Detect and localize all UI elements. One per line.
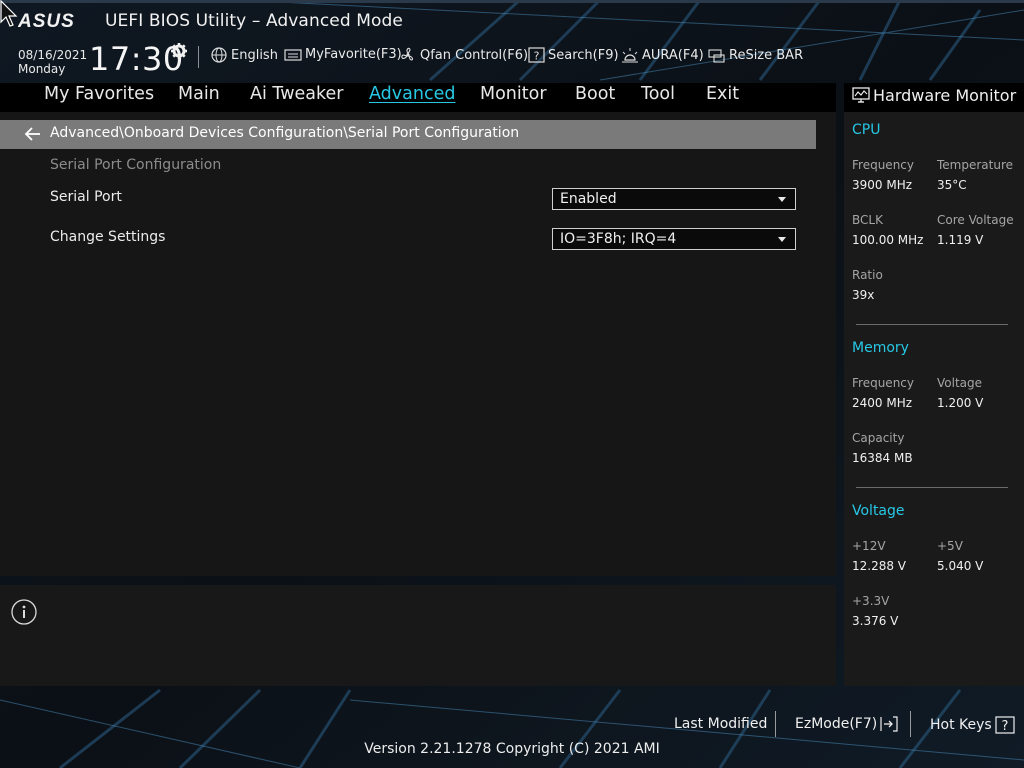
memory-heading: Memory: [852, 340, 909, 356]
hot-keys-button[interactable]: Hot Keys ?: [930, 716, 1015, 734]
serial-port-dropdown[interactable]: Enabled: [552, 188, 796, 210]
fan-icon: [401, 47, 414, 61]
svg-text:?: ?: [1001, 719, 1008, 734]
tab-monitor[interactable]: Monitor: [480, 84, 547, 104]
change-settings-value: IO=3F8h; IRQ=4: [560, 231, 677, 247]
resize-bar-label: ReSize BAR: [729, 47, 804, 63]
monitor-icon: [852, 87, 870, 103]
memory-capacity-value: 16384 MB: [852, 451, 913, 465]
asus-logo: ASUS: [18, 11, 75, 31]
hw-divider: [856, 487, 1008, 488]
tab-ai-tweaker[interactable]: Ai Tweaker: [250, 84, 343, 104]
ezmode-button[interactable]: EzMode(F7): [795, 716, 899, 732]
hardware-monitor-title: Hardware Monitor: [873, 86, 1017, 105]
qfan-label: Qfan Control(F6): [420, 47, 529, 63]
v5-label: +5V: [937, 539, 963, 553]
gear-icon[interactable]: [170, 42, 188, 60]
mouse-cursor-icon: [0, 0, 18, 27]
language-label: English: [231, 47, 278, 63]
question-box-icon: ?: [528, 47, 545, 63]
app-title: UEFI BIOS Utility – Advanced Mode: [105, 11, 403, 31]
info-icon: [11, 599, 37, 625]
exit-to-ezmode-icon: [880, 716, 898, 732]
cpu-frequency-value: 3900 MHz: [852, 178, 913, 192]
tab-boot[interactable]: Boot: [575, 84, 615, 104]
resize-bar-icon: [708, 49, 725, 63]
date-value: 08/16/2021: [18, 48, 88, 62]
memory-voltage-label: Voltage: [937, 376, 983, 390]
footer-divider: [910, 711, 911, 737]
tab-main[interactable]: Main: [178, 84, 220, 104]
myfavorite-label: MyFavorite(F3): [305, 47, 402, 62]
question-box-icon: ?: [995, 716, 1015, 734]
ratio-value: 39x: [852, 288, 875, 302]
ezmode-label: EzMode(F7): [795, 716, 878, 732]
cpu-temperature-label: Temperature: [937, 158, 1014, 172]
version-text: Version 2.21.1278 Copyright (C) 2021 AMI: [364, 741, 660, 757]
core-voltage-value: 1.119 V: [937, 233, 984, 247]
change-settings-dropdown[interactable]: IO=3F8h; IRQ=4: [552, 228, 796, 250]
dropdown-arrow-icon: [778, 237, 786, 242]
voltage-heading: Voltage: [852, 503, 905, 519]
breadcrumb: Advanced\Onboard Devices Configuration\S…: [50, 125, 520, 141]
bclk-label: BCLK: [852, 213, 883, 227]
aura-label: AURA(F4): [642, 47, 704, 63]
memory-frequency-value: 2400 MHz: [852, 396, 913, 410]
settings-panel: [0, 112, 836, 576]
tab-exit[interactable]: Exit: [706, 84, 739, 104]
tab-advanced[interactable]: Advanced: [369, 84, 455, 104]
myfavorite-button[interactable]: MyFavorite(F3): [284, 47, 402, 62]
ratio-label: Ratio: [852, 268, 883, 282]
keyboard-icon: [284, 48, 302, 61]
v5-value: 5.040 V: [937, 559, 984, 573]
v33-label: +3.3V: [852, 594, 890, 608]
search-button[interactable]: ? Search(F9): [528, 47, 619, 63]
aura-button[interactable]: AURA(F4): [621, 47, 704, 63]
search-label: Search(F9): [548, 47, 619, 63]
v12-label: +12V: [852, 539, 886, 553]
header-divider: [198, 46, 199, 68]
serial-port-label: Serial Port: [50, 189, 122, 205]
memory-frequency-label: Frequency: [852, 376, 914, 390]
aura-light-icon: [622, 48, 638, 63]
section-title: Serial Port Configuration: [50, 157, 222, 173]
core-voltage-label: Core Voltage: [937, 213, 1014, 227]
svg-text:?: ?: [534, 50, 540, 63]
v33-value: 3.376 V: [852, 614, 899, 628]
qfan-control-button[interactable]: Qfan Control(F6): [399, 47, 528, 63]
memory-capacity-label: Capacity: [852, 431, 905, 445]
date-display: 08/16/2021 Monday: [18, 48, 87, 76]
hw-divider: [856, 324, 1008, 325]
help-panel: [0, 585, 836, 686]
globe-icon: [211, 47, 227, 63]
resize-bar-button[interactable]: ReSize BAR: [708, 47, 803, 63]
svg-text:ASUS: ASUS: [18, 11, 75, 31]
day-value: Monday: [18, 62, 66, 76]
cpu-temperature-value: 35°C: [937, 178, 967, 192]
cpu-frequency-label: Frequency: [852, 158, 914, 172]
tab-my-favorites[interactable]: My Favorites: [44, 84, 154, 104]
hot-keys-label: Hot Keys: [930, 717, 992, 733]
memory-voltage-value: 1.200 V: [937, 396, 984, 410]
back-arrow-icon[interactable]: [24, 126, 41, 142]
serial-port-value: Enabled: [560, 191, 617, 207]
footer-divider: [775, 711, 776, 737]
bclk-value: 100.00 MHz: [852, 233, 924, 247]
dropdown-arrow-icon: [778, 197, 786, 202]
language-button[interactable]: English: [210, 47, 278, 63]
last-modified-button[interactable]: Last Modified: [674, 716, 767, 732]
tab-tool[interactable]: Tool: [641, 84, 675, 104]
change-settings-label: Change Settings: [50, 229, 166, 245]
v12-value: 12.288 V: [852, 559, 907, 573]
cpu-heading: CPU: [852, 122, 881, 138]
